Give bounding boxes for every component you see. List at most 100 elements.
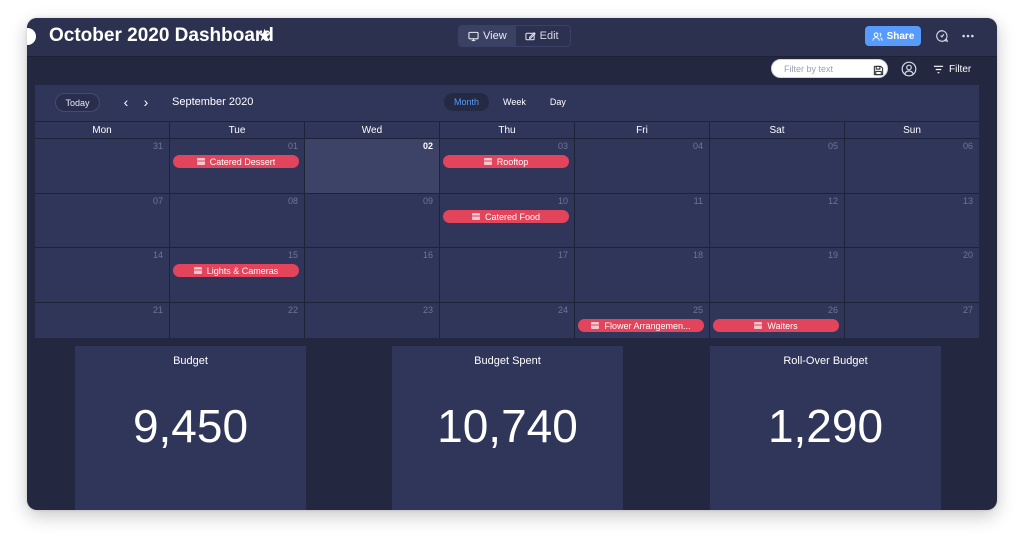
day-number: 21 (152, 305, 163, 315)
calendar-day-today[interactable]: 02 (305, 139, 440, 193)
share-person-icon (872, 31, 883, 41)
save-icon[interactable] (873, 63, 884, 76)
widget-value: 1,290 (767, 400, 884, 452)
calendar-event[interactable]: Waiters (713, 319, 839, 332)
event-icon (471, 213, 480, 220)
weekday-label: Tue (170, 122, 305, 138)
weekday-label: Sun (903, 125, 921, 136)
day-number: 26 (827, 305, 838, 315)
day-number: 04 (692, 141, 703, 151)
day-number: 02 (422, 141, 433, 151)
view-button[interactable]: View (459, 26, 516, 46)
filter-button[interactable]: Filter (933, 62, 971, 76)
event-icon (196, 158, 205, 165)
share-button[interactable]: Share (865, 26, 921, 46)
calendar-event[interactable]: Catered Dessert (173, 155, 299, 168)
tab-week[interactable]: Week (493, 93, 536, 111)
day-number: 22 (287, 305, 298, 315)
more-icon[interactable] (959, 27, 976, 44)
event-label: Rooftop (496, 156, 529, 167)
calendar-widget: Today ‹ › September 2020 Month Week Day … (35, 85, 979, 338)
calendar-event[interactable]: Lights & Cameras (173, 264, 299, 277)
calendar-day[interactable]: 25 Flower Arrangemen... (575, 303, 710, 338)
day-number: 08 (287, 196, 298, 206)
day-number: 19 (827, 250, 838, 260)
calendar-day[interactable]: 13 (845, 194, 979, 247)
calendar-event[interactable]: Flower Arrangemen... (578, 319, 704, 332)
weekday-label: Thu (440, 122, 575, 138)
calendar-day[interactable]: 14 (35, 248, 170, 302)
rollover-budget-widget: Roll-Over Budget 1,290 (710, 346, 941, 510)
calendar-day[interactable]: 09 (305, 194, 440, 247)
calendar-day[interactable]: 07 (35, 194, 170, 247)
board-toolbar: Filter (27, 58, 997, 84)
calendar-day[interactable]: 19 (710, 248, 845, 302)
calendar-day[interactable]: 17 (440, 248, 575, 302)
day-number: 05 (827, 141, 838, 151)
day-number: 12 (827, 196, 838, 206)
widget-title: Roll-Over Budget (783, 355, 868, 367)
event-label: Waiters (767, 320, 798, 331)
dashboard-title[interactable]: October 2020 Dashboard (49, 25, 274, 47)
calendar-day[interactable]: 24 (440, 303, 575, 338)
calendar-day[interactable]: 22 (170, 303, 305, 338)
tab-month[interactable]: Month (444, 93, 490, 111)
calendar-day[interactable]: 12 (710, 194, 845, 247)
event-icon (591, 322, 600, 329)
edit-icon (525, 31, 536, 40)
tab-day[interactable]: Day (540, 93, 576, 111)
budget-spent-widget: Budget Spent 10,740 (392, 346, 623, 510)
star-icon[interactable]: ★ (257, 26, 272, 46)
calendar-day[interactable]: 16 (305, 248, 440, 302)
weekday-label: Sat (710, 122, 845, 138)
day-number: 20 (962, 250, 973, 260)
view-edit-toggle: View Edit (458, 25, 571, 47)
day-number: 01 (287, 141, 298, 151)
calendar-grid: 31 01 Catered Dessert 02 03 Rooftop 04 0… (35, 139, 979, 338)
edit-button-label: Edit (539, 30, 559, 42)
chevron-right-icon[interactable]: › (141, 95, 151, 109)
weekday-label: Wed (305, 122, 440, 138)
view-button-label: View (483, 30, 507, 42)
calendar-day[interactable]: 31 (35, 139, 170, 193)
widget-value: 9,450 (132, 400, 249, 452)
day-number: 15 (287, 250, 298, 260)
day-number: 17 (557, 250, 568, 260)
calendar-day[interactable]: 27 (845, 303, 979, 338)
calendar-day[interactable]: 26 Waiters (710, 303, 845, 338)
today-button[interactable]: Today (55, 93, 100, 112)
calendar-day[interactable]: 04 (575, 139, 710, 193)
calendar-week: 21 22 23 24 25 Flower Arrangemen... 26 W… (35, 303, 979, 338)
calendar-view-tabs: Month Week Day (444, 93, 576, 111)
calendar-day[interactable]: 11 (575, 194, 710, 247)
calendar-event[interactable]: Catered Food (443, 210, 569, 223)
event-label: Catered Dessert (209, 156, 276, 167)
updates-icon[interactable] (933, 27, 950, 44)
calendar-week: 31 01 Catered Dessert 02 03 Rooftop 04 0… (35, 139, 979, 194)
calendar-day[interactable]: 03 Rooftop (440, 139, 575, 193)
person-icon[interactable] (901, 61, 917, 77)
calendar-day[interactable]: 20 (845, 248, 979, 302)
calendar-day[interactable]: 10 Catered Food (440, 194, 575, 247)
filter-search-input[interactable] (771, 59, 888, 78)
calendar-day[interactable]: 01 Catered Dessert (170, 139, 305, 193)
filter-icon (933, 65, 944, 73)
day-number: 11 (693, 196, 703, 206)
calendar-event[interactable]: Rooftop (443, 155, 569, 168)
day-number: 25 (692, 305, 703, 315)
weekday-label: Mon (35, 122, 170, 138)
calendar-day[interactable]: 23 (305, 303, 440, 338)
calendar-day[interactable]: 21 (35, 303, 170, 338)
event-icon (193, 267, 202, 274)
calendar-day[interactable]: 08 (170, 194, 305, 247)
edit-button[interactable]: Edit (516, 26, 568, 46)
chevron-left-icon[interactable]: ‹ (121, 95, 131, 109)
event-label: Lights & Cameras (206, 265, 279, 276)
calendar-day[interactable]: 05 (710, 139, 845, 193)
calendar-day[interactable]: 18 (575, 248, 710, 302)
sidebar-handle[interactable] (27, 28, 36, 45)
calendar-day[interactable]: 15 Lights & Cameras (170, 248, 305, 302)
filter-button-label: Filter (949, 63, 972, 75)
calendar-day[interactable]: 06 (845, 139, 979, 193)
day-number: 31 (152, 141, 163, 151)
